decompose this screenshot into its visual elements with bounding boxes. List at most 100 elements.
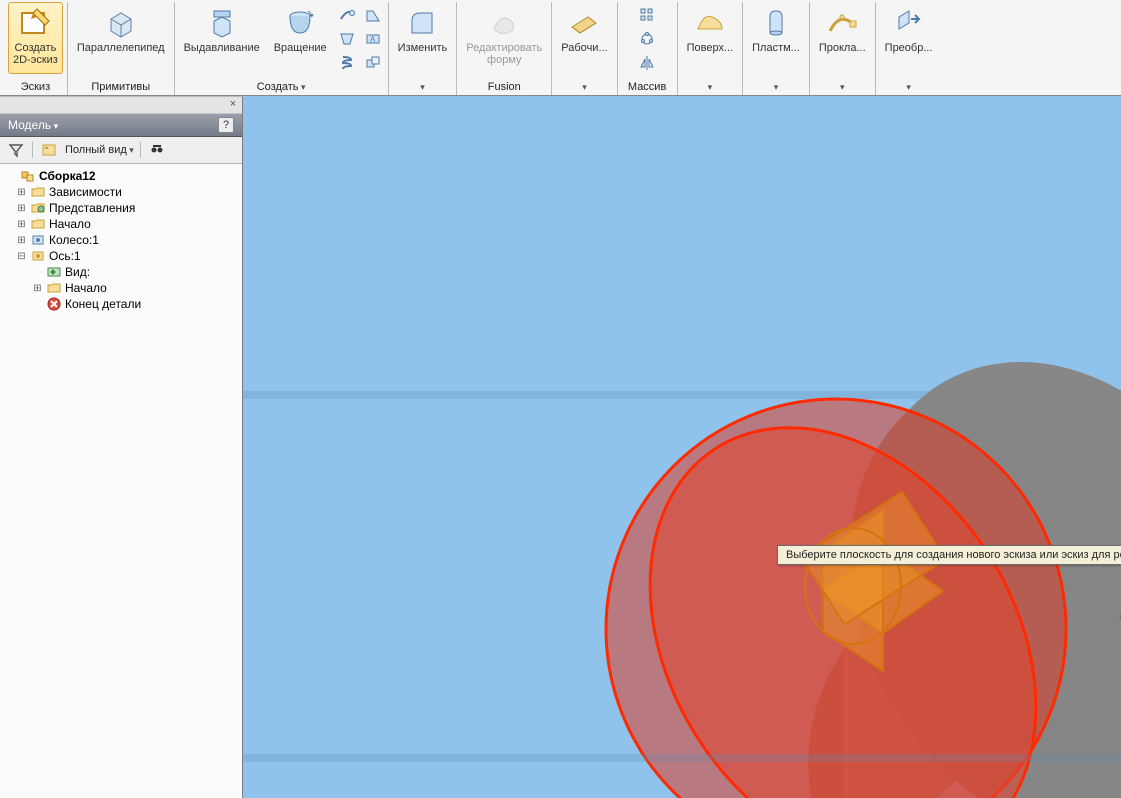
tree-node[interactable]: ⊞ Представления xyxy=(2,200,240,216)
ribbon-group-create: Выдавливание Вращение A Создать xyxy=(175,2,389,95)
tree-node[interactable]: ⊟Ось:1 xyxy=(2,248,240,264)
ribbon-group-label-sketch: Эскиз xyxy=(8,78,63,95)
tree-twister[interactable]: ⊞ xyxy=(32,283,43,294)
pattern-small-col1 xyxy=(636,2,658,74)
plastic-button[interactable]: Пластм... xyxy=(747,2,805,74)
harness-button[interactable]: Прокла... xyxy=(814,2,871,74)
ribbon-group-sketch: Создать 2D-эскиз Эскиз xyxy=(4,2,68,95)
ribbon-group-label-create[interactable]: Создать xyxy=(179,78,384,95)
separator xyxy=(32,142,33,158)
plastic-icon xyxy=(759,6,793,40)
tree-twister[interactable]: ⊞ xyxy=(16,235,27,246)
surface-icon xyxy=(693,6,727,40)
svg-text:A: A xyxy=(370,35,376,44)
ribbon-group-harness: Прокла... xyxy=(810,2,876,95)
panel-close-strip: × xyxy=(0,97,242,114)
convert-button[interactable]: Преобр... xyxy=(880,2,938,74)
model-browser-panel: × Модель ? Полный вид Сборка12 xyxy=(0,96,243,798)
sketch2d-button[interactable]: Создать 2D-эскиз xyxy=(8,2,63,74)
ribbon-group-plastic: Пластм... xyxy=(743,2,810,95)
tooltip: Выберите плоскость для создания нового э… xyxy=(777,545,1121,565)
create-small-buttons-2: A xyxy=(362,2,384,74)
viewport-3d[interactable]: Выберите плоскость для создания нового э… xyxy=(243,96,1121,798)
tree-node-label: Вид: xyxy=(65,265,90,279)
tree-node-label: Зависимости xyxy=(49,185,122,199)
ribbon-group-pattern: Массив xyxy=(618,2,678,95)
ribbon-group-expander-harness[interactable] xyxy=(814,78,871,95)
ribbon-group-expander-workfeat[interactable] xyxy=(556,78,612,95)
fillet-icon xyxy=(405,6,439,40)
panel-close-button[interactable]: × xyxy=(226,98,240,112)
separator xyxy=(140,142,141,158)
tree-node[interactable]: ⊞ Зависимости xyxy=(2,184,240,200)
tree-node-label: Представления xyxy=(49,201,135,215)
surface-label: Поверх... xyxy=(687,42,734,54)
ribbon-group-label-pattern: Массив xyxy=(622,78,673,95)
box-button[interactable]: Параллелепипед xyxy=(72,2,170,74)
convert-label: Преобр... xyxy=(885,42,933,54)
panel-toolbar: Полный вид xyxy=(0,137,242,164)
rib-button[interactable] xyxy=(362,4,384,26)
tree-node-label: Начало xyxy=(65,281,107,295)
ribbon: Создать 2D-эскиз Эскиз Параллелепипед Пр… xyxy=(0,0,1121,96)
coil-button[interactable] xyxy=(336,52,358,74)
ribbon-group-expander-surface[interactable] xyxy=(682,78,739,95)
tree-node-label: Конец детали xyxy=(65,297,141,311)
ribbon-group-expander-convert[interactable] xyxy=(880,78,938,95)
ribbon-group-primitives: Параллелепипед Примитивы xyxy=(68,2,175,95)
editform-label: Редактировать форму xyxy=(466,42,542,66)
tree-node[interactable]: Вид: xyxy=(2,264,240,280)
sketch2d-label: Создать 2D-эскиз xyxy=(13,42,58,66)
tree-twister[interactable]: ⊞ xyxy=(16,187,27,198)
folder-icon xyxy=(46,281,62,295)
tree-twister[interactable]: ⊞ xyxy=(16,219,27,230)
ribbon-group-expander-modify[interactable] xyxy=(393,78,453,95)
sweep-button[interactable] xyxy=(336,4,358,26)
modify-button[interactable]: Изменить xyxy=(393,2,453,74)
extrude-button[interactable]: Выдавливание xyxy=(179,2,265,74)
tree-node[interactable]: Конец детали xyxy=(2,296,240,312)
panel-title-bar: Модель ? xyxy=(0,114,242,137)
workfeat-button[interactable]: Рабочи... xyxy=(556,2,612,74)
panel-title-text[interactable]: Модель xyxy=(8,118,58,132)
view-mode-dropdown[interactable]: Полный вид xyxy=(65,144,134,156)
tree-node[interactable]: ⊞Начало xyxy=(2,216,240,232)
harness-label: Прокла... xyxy=(819,42,866,54)
ribbon-group-surface: Поверх... xyxy=(678,2,744,95)
tree-node[interactable]: ⊞ Колесо:1 xyxy=(2,232,240,248)
surface-button[interactable]: Поверх... xyxy=(682,2,739,74)
emboss-button[interactable]: A xyxy=(362,28,384,50)
tree-twister[interactable]: ⊞ xyxy=(16,203,27,214)
mirror-button[interactable] xyxy=(636,52,658,74)
extrude-icon xyxy=(205,6,239,40)
freeform-icon xyxy=(487,6,521,40)
folder-g-icon xyxy=(30,201,46,215)
plastic-label: Пластм... xyxy=(752,42,800,54)
panel-help-button[interactable]: ? xyxy=(218,117,234,133)
create-small-buttons xyxy=(336,2,358,74)
rectpattern-button[interactable] xyxy=(636,4,658,26)
extrude-label: Выдавливание xyxy=(184,42,260,54)
tree-node[interactable]: ⊞ Начало xyxy=(2,280,240,296)
design-view-icon[interactable] xyxy=(39,140,59,160)
part-icon xyxy=(30,233,46,247)
loft-button[interactable] xyxy=(336,28,358,50)
folder-icon xyxy=(30,217,46,231)
ribbon-group-convert: Преобр... xyxy=(876,2,942,95)
find-button[interactable] xyxy=(147,140,167,160)
revolve-button[interactable]: Вращение xyxy=(269,2,332,74)
filter-button[interactable] xyxy=(6,140,26,160)
box-label: Параллелепипед xyxy=(77,42,165,54)
tree-twister[interactable]: ⊟ xyxy=(16,251,27,262)
derive-button[interactable] xyxy=(362,52,384,74)
box-icon xyxy=(104,6,138,40)
tree-root-label: Сборка12 xyxy=(39,169,96,183)
ribbon-group-modify: Изменить xyxy=(389,2,458,95)
circpattern-button[interactable] xyxy=(636,28,658,50)
tree-root[interactable]: Сборка12 xyxy=(2,168,240,184)
ribbon-group-expander-plastic[interactable] xyxy=(747,78,805,95)
plane-icon xyxy=(567,6,601,40)
editform-button: Редактировать форму xyxy=(461,2,547,74)
tree-node-label: Колесо:1 xyxy=(49,233,99,247)
workspace: × Модель ? Полный вид Сборка12 xyxy=(0,96,1121,798)
